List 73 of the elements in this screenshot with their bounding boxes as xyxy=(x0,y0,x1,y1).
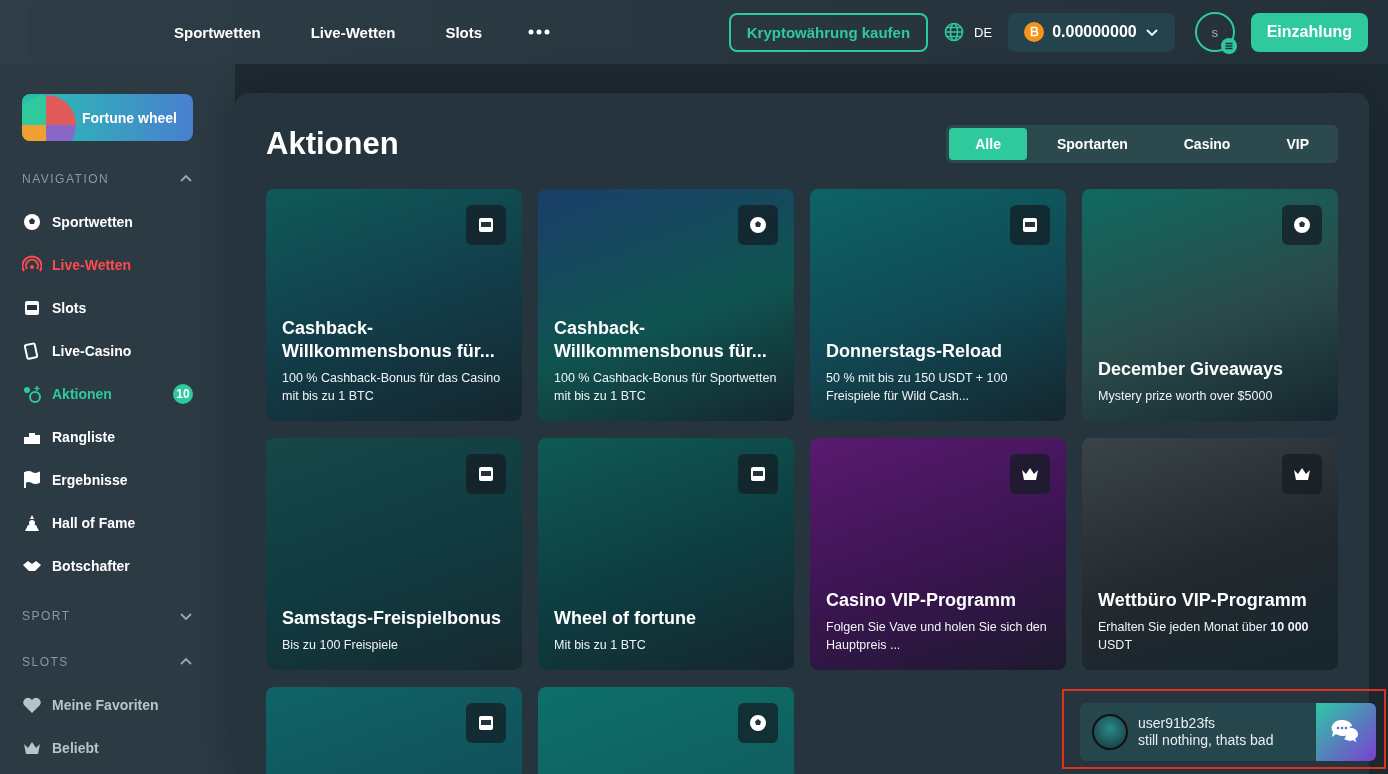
slot-icon xyxy=(476,713,496,733)
slot-icon xyxy=(476,464,496,484)
menu-icon[interactable] xyxy=(1220,38,1237,54)
sidebar-item[interactable]: Hall of Fame xyxy=(22,511,193,535)
section-heading: SLOTS xyxy=(22,655,69,669)
nav-link[interactable]: Live-Wetten xyxy=(310,23,396,41)
sidebar-item[interactable]: Slots xyxy=(22,296,193,320)
card-title: Cashback-Willkommensbonus für... xyxy=(282,317,496,363)
promo-card[interactable]: Cashback-Willkommensbonus für... 100 % Cashback-Bonus für das Casino mit bis zu 1 BTC xyxy=(266,189,522,421)
balance-selector[interactable]: 0.00000000 xyxy=(1008,12,1175,52)
promo-card[interactable]: Donnerstags-Reload 50 % mit bis zu 150 USDT + 100 Freispiele für Wild Cash... xyxy=(810,189,1066,421)
card-title: December Giveaways xyxy=(1098,358,1285,381)
card-description: Bis zu 100 Freispiele xyxy=(282,637,400,654)
card-title: Samstags-Freispielbonus xyxy=(282,607,503,630)
sidebar-item[interactable]: Live-Casino xyxy=(22,339,193,363)
ball-icon xyxy=(748,713,768,733)
nav-link[interactable]: Sportwetten xyxy=(174,23,261,41)
heart-icon xyxy=(22,695,42,715)
ball-icon xyxy=(748,215,768,235)
card-title: Cashback-Willkommensbonus für... xyxy=(554,317,768,363)
filter-tab[interactable]: Casino xyxy=(1157,128,1257,160)
promo-card[interactable]: Wettbüro VIP-Programm Erhalten Sie jeden Monat über 10 000 USDT xyxy=(1082,438,1338,670)
sidebar-item[interactable]: Ergebnisse xyxy=(22,468,193,492)
ball-icon xyxy=(22,212,42,232)
chat-preview[interactable]: user91b23fs still nothing, thats bad xyxy=(1080,703,1316,761)
card-description: Erhalten Sie jeden Monat über 10 000 USDT xyxy=(1098,619,1310,654)
card-title: Casino VIP-Programm xyxy=(826,589,1018,612)
chat-icon xyxy=(1330,717,1362,747)
count-badge: 10 xyxy=(173,384,193,404)
chat-username: user91b23fs xyxy=(1138,715,1217,732)
card-title: Wheel of fortune xyxy=(554,607,697,630)
nav-link[interactable]: Slots xyxy=(445,23,483,41)
language-label[interactable]: DE xyxy=(974,24,993,40)
fortune-wheel-button[interactable]: Fortune wheel xyxy=(22,94,193,141)
promo-card[interactable]: Casino VIP-Programm Folgen Sie Vave und holen Sie sich den Hauptpreis ... xyxy=(810,438,1066,670)
slot-icon xyxy=(476,215,496,235)
flag-icon xyxy=(22,470,42,490)
section-heading: NAVIGATION xyxy=(22,172,110,186)
card-description: 100 % Cashback-Bonus für das Casino mit bis zu 1 BTC xyxy=(282,370,502,405)
slot-icon xyxy=(1020,215,1040,235)
bitcoin-icon xyxy=(1024,22,1045,42)
globe-icon[interactable] xyxy=(944,22,965,42)
slot-icon xyxy=(748,464,768,484)
chat-button[interactable] xyxy=(1316,703,1376,761)
sidebar-item[interactable]: Aktionen 10 xyxy=(22,382,193,406)
slot-icon xyxy=(22,298,42,318)
user-avatar[interactable]: s xyxy=(1194,12,1235,52)
card-title: Donnerstags-Reload xyxy=(826,340,1004,363)
section-heading: SPORT xyxy=(22,609,71,623)
card-description: Mit bis zu 1 BTC xyxy=(554,637,647,654)
card-description: Folgen Sie Vave und holen Sie sich den Hauptpreis ... xyxy=(826,619,1048,654)
card-description: 100 % Cashback-Bonus für Sportwetten mit bis zu 1 BTC xyxy=(554,370,778,405)
sidebar-item[interactable]: Live-Wetten xyxy=(22,253,193,277)
sidebar-item[interactable]: Meine Favoriten xyxy=(22,693,193,717)
avatar-placeholder xyxy=(1092,714,1128,750)
promo-card[interactable]: Cashback-Willkommensbonus für... 100 % Cashback-Bonus für Sportwetten mit bis zu 1 BTC xyxy=(538,189,794,421)
promo-card[interactable]: Wheel of fortune Mit bis zu 1 BTC xyxy=(538,438,794,670)
filter-tab[interactable]: VIP xyxy=(1260,128,1335,160)
card-description: Mystery prize worth over $5000 xyxy=(1098,388,1274,405)
promo-card[interactable]: Samstags-Freispielbonus Bis zu 100 Freispiele xyxy=(266,438,522,670)
chat-message: still nothing, thats bad xyxy=(1138,732,1274,749)
more-icon[interactable] xyxy=(528,29,551,35)
buy-crypto-button[interactable]: Kryptowährung kaufen xyxy=(728,12,929,52)
ball-icon xyxy=(1292,215,1312,235)
card-title: Wettbüro VIP-Programm xyxy=(1098,589,1308,612)
sidebar-item[interactable]: Beliebt xyxy=(22,736,193,760)
filter-tab[interactable]: Sportarten xyxy=(1030,128,1154,160)
sidebar-item[interactable]: Rangliste xyxy=(22,425,193,449)
promo-card[interactable]: December Giveaways Mystery prize worth over $5000 xyxy=(1082,189,1338,421)
card-description: 50 % mit bis zu 150 USDT + 100 Freispiele für Wild Cash... xyxy=(826,370,1009,405)
sidebar-item[interactable]: Botschafter xyxy=(22,554,193,578)
sidebar-item[interactable]: Sportwetten xyxy=(22,210,193,234)
page-title: Aktionen xyxy=(266,126,399,162)
